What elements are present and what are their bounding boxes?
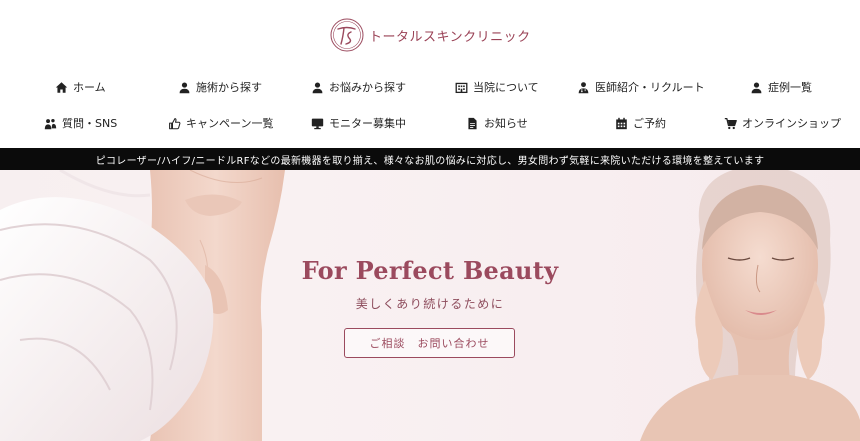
- nav-item-label: お知らせ: [484, 117, 528, 130]
- doctor-icon: [578, 81, 589, 93]
- user-icon: [751, 81, 762, 93]
- nav-item-news[interactable]: お知らせ: [466, 113, 528, 133]
- nav-item-home[interactable]: ホーム: [55, 77, 106, 97]
- hero-title: For Perfect Beauty: [301, 256, 559, 285]
- user-icon: [312, 81, 323, 93]
- contact-button[interactable]: ご相談 お問い合わせ: [344, 328, 515, 358]
- nav-item-campaigns[interactable]: キャンペーン一覧: [168, 113, 273, 133]
- nav-item-treatments[interactable]: 施術から探す: [178, 77, 262, 97]
- nav-item-label: 質問・SNS: [62, 117, 118, 130]
- nav-item-label: オンラインショップ: [742, 117, 841, 130]
- user-icon: [179, 81, 190, 93]
- clinic-logo[interactable]: トータルスキンクリニック: [329, 17, 531, 53]
- hero-section: For Perfect Beauty 美しくあり続けるために ご相談 お問い合わ…: [0, 170, 860, 441]
- announcement-strip: ピコレーザー/ハイフ/ニードルRFなどの最新機器を取り揃え、様々なお肌の悩みに対…: [0, 148, 860, 170]
- nav-item-monitor[interactable]: モニター募集中: [311, 113, 406, 133]
- announcement-text: ピコレーザー/ハイフ/ニードルRFなどの最新機器を取り揃え、様々なお肌の悩みに対…: [95, 155, 765, 167]
- document-icon: [468, 117, 477, 129]
- nav-item-concerns[interactable]: お悩みから探す: [311, 77, 406, 97]
- nav-item-doctors-recruit[interactable]: 医師紹介・リクルート: [577, 77, 705, 97]
- thumbs-up-icon: [169, 117, 181, 129]
- nav-item-label: 施術から探す: [196, 81, 262, 94]
- hero-subtitle: 美しくあり続けるために: [355, 297, 505, 311]
- logo-text: トータルスキンクリニック: [369, 29, 531, 45]
- main-nav-row-1: ホーム 施術から探す お悩みから探す 当院について 医師紹介・リクルート 症例一…: [0, 77, 860, 97]
- nav-item-faq-sns[interactable]: 質問・SNS: [44, 113, 117, 133]
- nav-item-label: 医師紹介・リクルート: [595, 81, 705, 94]
- calendar-icon: [616, 117, 627, 129]
- people-icon: [44, 118, 57, 129]
- logo-emblem-icon: [330, 18, 364, 52]
- nav-item-about[interactable]: 当院について: [455, 77, 539, 97]
- nav-item-label: ご予約: [633, 117, 666, 130]
- nav-item-cases[interactable]: 症例一覧: [750, 77, 812, 97]
- nav-item-label: ホーム: [73, 81, 106, 94]
- nav-item-online-shop[interactable]: オンラインショップ: [724, 113, 841, 133]
- cart-icon: [724, 117, 737, 129]
- home-icon: [55, 81, 68, 93]
- nav-item-label: キャンペーン一覧: [186, 117, 274, 130]
- nav-item-label: 当院について: [473, 81, 539, 94]
- building-icon: [455, 82, 468, 93]
- monitor-icon: [311, 118, 324, 129]
- nav-item-label: 症例一覧: [768, 81, 812, 94]
- nav-item-label: モニター募集中: [329, 117, 406, 130]
- nav-item-reservation[interactable]: ご予約: [615, 113, 666, 133]
- main-nav-row-2: 質問・SNS キャンペーン一覧 モニター募集中 お知らせ ご予約 オンラインショ…: [0, 113, 860, 133]
- nav-item-label: お悩みから探す: [329, 81, 406, 94]
